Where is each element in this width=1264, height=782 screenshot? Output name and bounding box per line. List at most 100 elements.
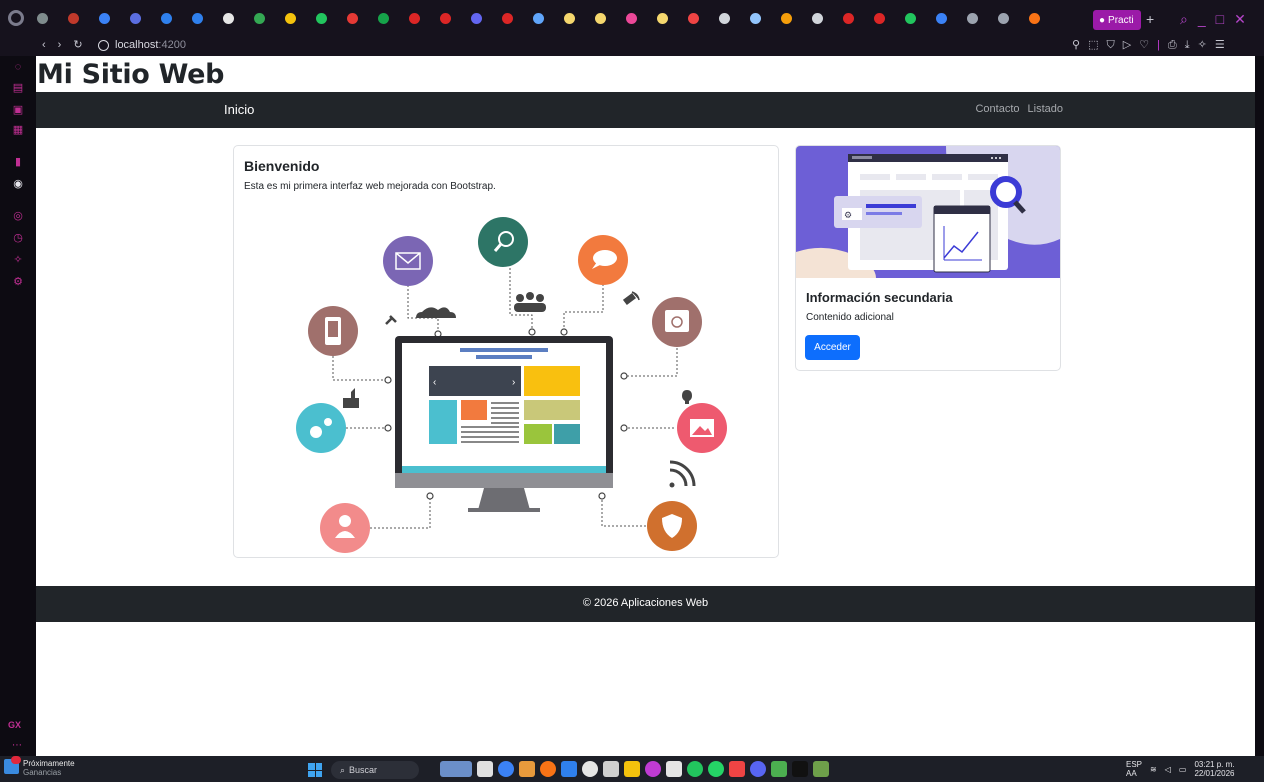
discord-icon[interactable]: ◉ <box>11 176 25 190</box>
opera-logo-icon[interactable] <box>8 10 24 26</box>
tab-favicon-icon[interactable] <box>869 8 890 29</box>
extensions-icon[interactable]: ✧ <box>11 252 25 266</box>
play-icon[interactable]: ▷ <box>1123 38 1131 52</box>
snapshot-icon[interactable]: ⬚ <box>1088 38 1098 52</box>
minimize-icon[interactable]: _ <box>1198 12 1206 26</box>
minecraft-icon[interactable] <box>771 761 787 777</box>
welcome-card: Bienvenido Esta es mi primera interfaz w… <box>233 145 779 558</box>
opera-gx-icon[interactable] <box>645 761 661 777</box>
netflix-icon[interactable] <box>792 761 808 777</box>
twitch-icon[interactable]: ▮ <box>11 154 25 168</box>
clock[interactable]: 03:21 p. m. 22/01/2026 <box>1194 760 1234 778</box>
ai-icon[interactable]: ✧ <box>1198 38 1207 52</box>
store-icon[interactable]: ▤ <box>11 80 25 94</box>
more-icon[interactable]: ⋯ <box>12 740 22 751</box>
discord-app-icon[interactable] <box>750 761 766 777</box>
search-tabs-icon[interactable]: ⌕ <box>1180 12 1188 26</box>
tab-favicon-icon[interactable] <box>32 8 53 29</box>
tab-favicon-icon[interactable] <box>745 8 766 29</box>
twitch-like-icon[interactable]: ▣ <box>11 102 25 116</box>
messenger-icon[interactable]: ▦ <box>11 122 25 136</box>
tab-favicon-icon[interactable] <box>497 8 518 29</box>
widgets-button[interactable]: Próximamente Ganancias <box>4 756 75 777</box>
tab-favicon-icon[interactable] <box>776 8 797 29</box>
tab-favicon-icon[interactable] <box>218 8 239 29</box>
tab-favicon-icon[interactable] <box>528 8 549 29</box>
tab-favicon-icon[interactable] <box>807 8 828 29</box>
tab-favicon-icon[interactable] <box>652 8 673 29</box>
settings-icon[interactable]: ⚙ <box>11 274 25 288</box>
whatsapp-icon[interactable] <box>708 761 724 777</box>
forward-icon[interactable]: › <box>58 38 62 52</box>
address-bar[interactable]: localhost:4200 <box>98 38 186 52</box>
secondary-card: ⚙ Información secundaria Contenido adici… <box>795 145 1061 371</box>
nav-link-contacto[interactable]: Contacto <box>975 103 1019 115</box>
chrome-app-icon[interactable] <box>498 761 514 777</box>
tab-favicon-icon[interactable] <box>404 8 425 29</box>
acceder-button[interactable]: Acceder <box>805 335 860 360</box>
tab-favicon-icon[interactable] <box>590 8 611 29</box>
new-tab-button[interactable]: + <box>1146 12 1154 26</box>
tab-favicon-icon[interactable] <box>931 8 952 29</box>
tab-favicon-icon[interactable] <box>94 8 115 29</box>
tab-favicon-icon[interactable] <box>63 8 84 29</box>
tab-favicon-icon[interactable] <box>683 8 704 29</box>
tab-favicon-icon[interactable] <box>435 8 456 29</box>
volume-icon[interactable]: ◁ <box>1165 765 1171 774</box>
nav-link-listado[interactable]: Listado <box>1028 103 1063 115</box>
app-red-icon[interactable] <box>729 761 745 777</box>
welcome-card-text: Esta es mi primera interfaz web mejorada… <box>244 181 496 192</box>
tab-favicon-icon[interactable] <box>373 8 394 29</box>
language-indicator[interactable]: ESP AA <box>1126 760 1142 778</box>
tab-favicon-icon[interactable] <box>621 8 642 29</box>
history-icon[interactable]: ◷ <box>11 230 25 244</box>
tab-favicon-icon[interactable] <box>466 8 487 29</box>
tab-favicon-icon[interactable] <box>559 8 580 29</box>
pin-icon[interactable]: ⚲ <box>1072 38 1080 52</box>
download-icon[interactable]: ⤓ <box>1185 38 1190 52</box>
github-icon[interactable] <box>582 761 598 777</box>
tab-favicon-icon[interactable] <box>125 8 146 29</box>
reload-icon[interactable]: ↻ <box>73 38 82 52</box>
maximize-icon[interactable]: □ <box>1216 12 1224 26</box>
web-page: Mi Sitio Web Inicio Contacto Listado Bie… <box>36 56 1255 756</box>
tab-favicon-icon[interactable] <box>156 8 177 29</box>
tab-favicon-icon[interactable] <box>838 8 859 29</box>
windows-start-icon[interactable] <box>308 763 322 777</box>
tab-favicon-icon[interactable] <box>249 8 270 29</box>
aria-icon[interactable]: ◌ <box>11 60 25 74</box>
taskbar-search[interactable]: ⌕ Buscar <box>331 761 419 779</box>
vscode-icon[interactable] <box>561 761 577 777</box>
tab-favicon-icon[interactable] <box>962 8 983 29</box>
folder-icon[interactable] <box>624 761 640 777</box>
share-icon[interactable]: ⎙ <box>1168 38 1177 52</box>
tab-favicon-icon[interactable] <box>714 8 735 29</box>
news-app-icon[interactable] <box>440 761 472 777</box>
menu-icon[interactable]: ☰ <box>1215 38 1225 52</box>
heart-icon[interactable]: ♡ <box>1139 38 1149 52</box>
tab-favicon-icon[interactable] <box>280 8 301 29</box>
tab-favicon-icon[interactable] <box>993 8 1014 29</box>
tab-favicon-icon[interactable] <box>342 8 363 29</box>
notion-icon[interactable] <box>603 761 619 777</box>
tab-favicon-icon[interactable] <box>311 8 332 29</box>
tab-favicon-icon[interactable] <box>900 8 921 29</box>
postman-icon[interactable] <box>540 761 556 777</box>
battery-icon[interactable]: ▭ <box>1179 765 1187 774</box>
shield-icon[interactable]: ⛉ <box>1106 38 1114 52</box>
url-port: :4200 <box>158 39 186 51</box>
spotify-icon[interactable] <box>687 761 703 777</box>
store-app-icon[interactable] <box>666 761 682 777</box>
back-icon[interactable]: ‹ <box>42 38 46 52</box>
app-icon[interactable] <box>519 761 535 777</box>
app-layers-icon[interactable] <box>813 761 829 777</box>
file-explorer-icon[interactable] <box>477 761 493 777</box>
nav-link-inicio[interactable]: Inicio <box>224 102 254 117</box>
tab-favicon-icon[interactable] <box>1024 8 1045 29</box>
player-icon[interactable]: ◎ <box>11 208 25 222</box>
tab-favicon-icon[interactable] <box>187 8 208 29</box>
wifi-icon[interactable]: ≋ <box>1150 765 1157 774</box>
widget-subtitle: Ganancias <box>23 768 62 777</box>
close-icon[interactable]: ✕ <box>1234 12 1246 26</box>
active-tab[interactable]: ● Practi <box>1093 10 1141 30</box>
